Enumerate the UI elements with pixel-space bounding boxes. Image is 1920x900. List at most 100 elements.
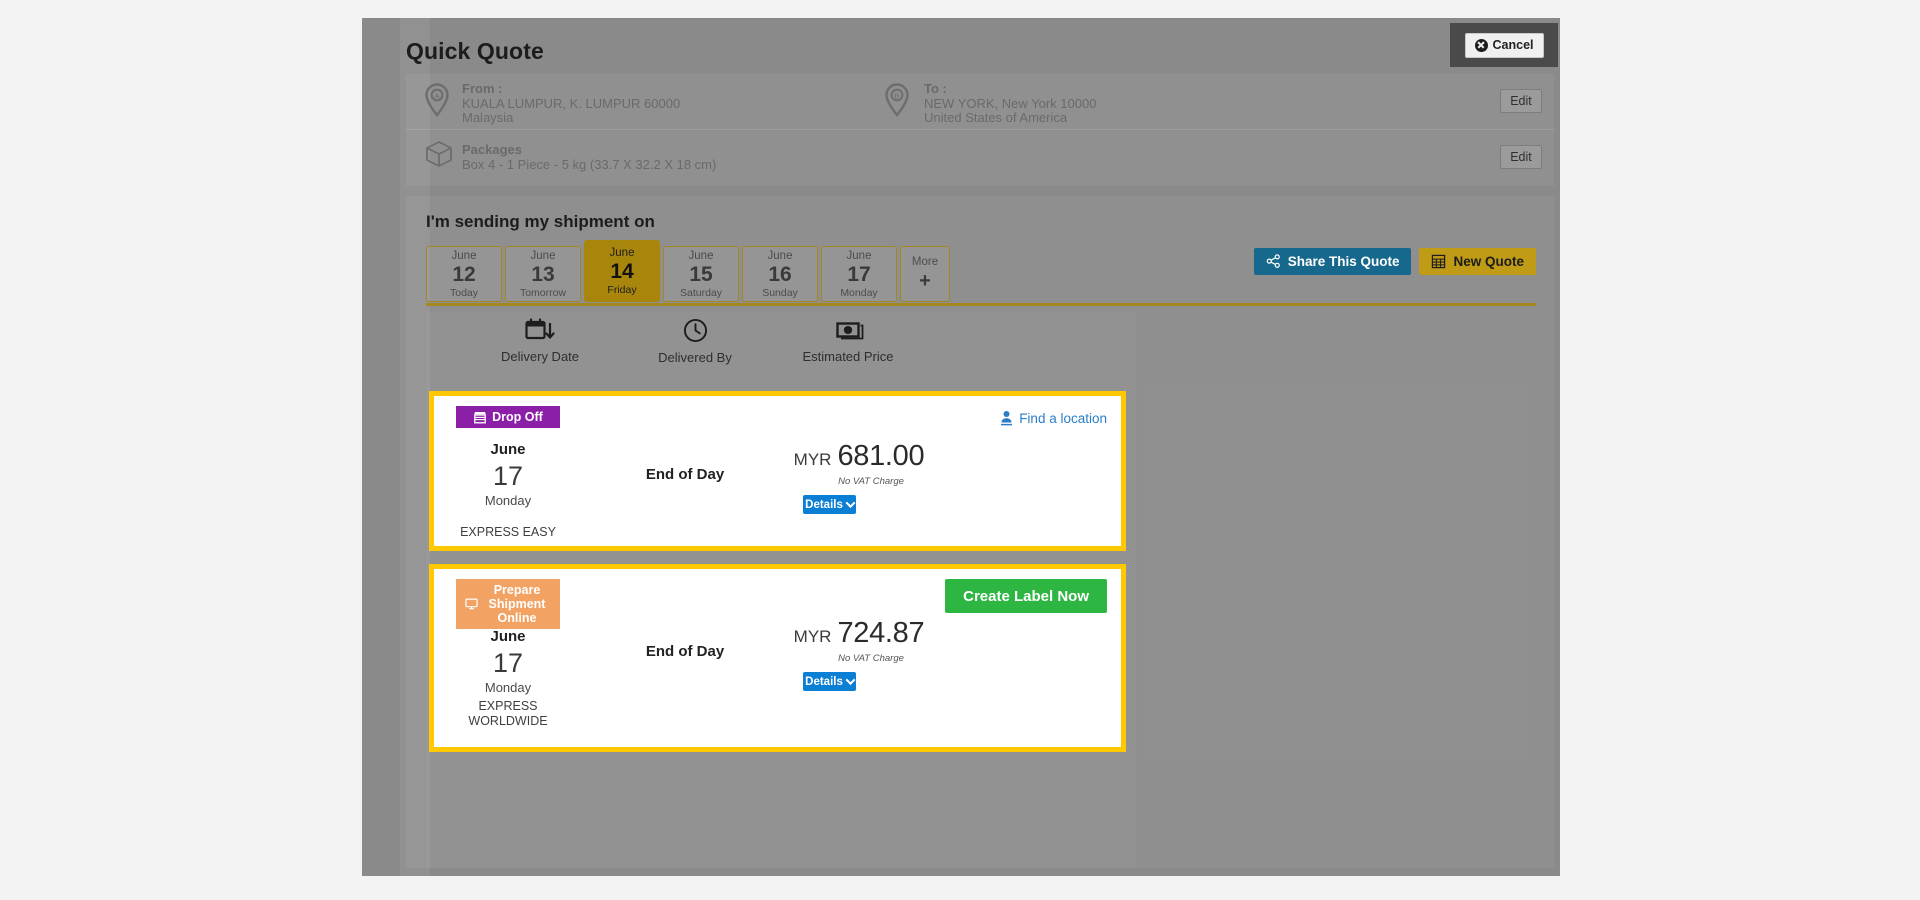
delivery-day: 17 bbox=[456, 460, 560, 492]
packages-label: Packages bbox=[462, 143, 716, 157]
banknote-icon bbox=[832, 318, 864, 342]
share-nodes-icon bbox=[1266, 254, 1281, 269]
date-tab-weekday: Monday bbox=[840, 287, 877, 299]
delivery-date-2: June 17 Monday bbox=[456, 627, 560, 697]
find-a-location-link[interactable]: Find a location bbox=[1000, 410, 1107, 426]
edit-address-button[interactable]: Edit bbox=[1500, 89, 1542, 113]
date-tab-day: 14 bbox=[610, 260, 633, 284]
column-label: Estimated Price bbox=[802, 349, 893, 364]
date-tab-weekday: Saturday bbox=[680, 287, 722, 299]
grid-calculator-icon bbox=[1431, 254, 1446, 269]
date-tab-list: June 12 Today June 13 Tomorrow June 14 F… bbox=[426, 246, 950, 302]
delivered-by-1: End of Day bbox=[620, 466, 750, 483]
column-label: Delivery Date bbox=[501, 349, 579, 364]
person-pin-icon bbox=[1000, 410, 1013, 426]
to-line1: NEW YORK, New York 10000 bbox=[924, 97, 1096, 111]
column-estimated-price: Estimated Price bbox=[773, 318, 923, 364]
date-tabs-divider bbox=[426, 303, 1536, 306]
details-button-2[interactable]: Details bbox=[803, 672, 856, 691]
date-tab-4[interactable]: June 16 Sunday bbox=[742, 246, 818, 302]
cancel-panel: Cancel bbox=[1450, 23, 1558, 67]
packages-field: Packages Box 4 - 1 Piece - 5 kg (33.7 X … bbox=[462, 143, 716, 172]
price-amount: 681.00 bbox=[837, 440, 924, 473]
delivery-weekday: Monday bbox=[456, 679, 560, 697]
date-tab-day: 12 bbox=[452, 263, 475, 287]
screenshot-root: Quick Quote Cancel A bbox=[0, 0, 1920, 900]
delivery-date-1: June 17 Monday bbox=[456, 440, 560, 510]
from-line1: KUALA LUMPUR, K. LUMPUR 60000 bbox=[462, 97, 680, 111]
box-icon bbox=[424, 139, 454, 169]
date-tab-weekday: Tomorrow bbox=[520, 287, 566, 299]
delivery-day: 17 bbox=[456, 647, 560, 679]
currency-code: MYR bbox=[794, 450, 832, 470]
map-pin-b-icon: B bbox=[884, 83, 910, 117]
delivery-month: June bbox=[456, 627, 560, 647]
more-label: More bbox=[912, 256, 938, 269]
from-address: From : KUALA LUMPUR, K. LUMPUR 60000 Mal… bbox=[462, 82, 680, 125]
edit-packages-button[interactable]: Edit bbox=[1500, 145, 1542, 169]
new-quote-button[interactable]: New Quote bbox=[1419, 248, 1536, 275]
chevron-down-icon bbox=[845, 498, 855, 508]
prepare-shipment-online-badge[interactable]: Prepare Shipment Online bbox=[456, 579, 560, 629]
delivery-weekday: Monday bbox=[456, 492, 560, 510]
date-tab-month: June bbox=[689, 250, 714, 263]
details-label: Details bbox=[805, 499, 843, 511]
share-quote-button[interactable]: Share This Quote bbox=[1254, 248, 1412, 275]
delivery-month: June bbox=[456, 440, 560, 460]
section-heading: I'm sending my shipment on bbox=[426, 212, 655, 232]
quote-result-card-2[interactable]: Prepare Shipment Online June 17 Monday E… bbox=[429, 564, 1126, 752]
to-line2: United States of America bbox=[924, 111, 1096, 125]
date-tab-month: June bbox=[847, 250, 872, 263]
share-quote-label: Share This Quote bbox=[1288, 254, 1400, 269]
date-tab-weekday: Today bbox=[450, 287, 478, 299]
packages-row: Packages Box 4 - 1 Piece - 5 kg (33.7 X … bbox=[406, 130, 1554, 186]
date-tab-day: 13 bbox=[531, 263, 554, 287]
shipment-info-card: A From : KUALA LUMPUR, K. LUMPUR 60000 M… bbox=[406, 74, 1554, 186]
price-2: MYR 724.87 bbox=[759, 617, 959, 650]
date-tab-month: June bbox=[768, 250, 793, 263]
quote-result-card-1[interactable]: Drop Off June 17 Monday EXPRESS EASY End… bbox=[429, 391, 1126, 551]
packages-detail: Box 4 - 1 Piece - 5 kg (33.7 X 32.2 X 18… bbox=[462, 158, 716, 172]
page-title: Quick Quote bbox=[406, 38, 544, 65]
drop-off-badge[interactable]: Drop Off bbox=[456, 406, 560, 428]
date-tab-weekday: Friday bbox=[607, 284, 636, 296]
results-column-headers: Delivery Date Delivered By bbox=[426, 312, 1136, 380]
find-location-label: Find a location bbox=[1019, 411, 1107, 426]
date-tab-5[interactable]: June 17 Monday bbox=[821, 246, 897, 302]
map-pin-a-icon: A bbox=[424, 83, 450, 117]
close-circle-icon bbox=[1475, 39, 1488, 52]
badge-label: Prepare Shipment Online bbox=[483, 583, 551, 625]
delivered-by-2: End of Day bbox=[620, 643, 750, 660]
plus-icon: + bbox=[919, 269, 931, 293]
cancel-button-label: Cancel bbox=[1493, 38, 1534, 52]
date-tab-1[interactable]: June 13 Tomorrow bbox=[505, 246, 581, 302]
modal-content: Quick Quote Cancel A bbox=[400, 18, 1560, 876]
details-button-1[interactable]: Details bbox=[803, 495, 856, 514]
from-label: From : bbox=[462, 82, 680, 96]
address-row: A From : KUALA LUMPUR, K. LUMPUR 60000 M… bbox=[406, 74, 1554, 130]
new-quote-label: New Quote bbox=[1453, 254, 1524, 269]
quick-quote-modal: Quick Quote Cancel A bbox=[362, 18, 1560, 876]
date-tab-2-selected[interactable]: June 14 Friday bbox=[584, 240, 660, 302]
details-label: Details bbox=[805, 676, 843, 688]
date-tab-0[interactable]: June 12 Today bbox=[426, 246, 502, 302]
price-amount: 724.87 bbox=[837, 617, 924, 650]
column-delivered-by: Delivered By bbox=[620, 318, 770, 365]
cancel-button[interactable]: Cancel bbox=[1465, 33, 1544, 58]
from-line2: Malaysia bbox=[462, 111, 680, 125]
date-tab-3[interactable]: June 15 Saturday bbox=[663, 246, 739, 302]
chevron-down-icon bbox=[845, 675, 855, 685]
date-tab-day: 15 bbox=[689, 263, 712, 287]
results-panel: Delivery Date Delivered By bbox=[426, 312, 1136, 868]
shipment-date-section: I'm sending my shipment on June 12 Today… bbox=[406, 196, 1554, 868]
date-tab-more[interactable]: More + bbox=[900, 246, 950, 302]
quote-actions: Share This Quote bbox=[1254, 248, 1536, 275]
create-label-now-button[interactable]: Create Label Now bbox=[945, 579, 1107, 613]
clock-icon bbox=[683, 318, 708, 343]
price-1: MYR 681.00 bbox=[759, 440, 959, 473]
svg-text:B: B bbox=[894, 92, 899, 101]
column-label: Delivered By bbox=[658, 350, 732, 365]
store-icon bbox=[473, 411, 487, 424]
badge-label: Drop Off bbox=[492, 410, 543, 424]
date-tab-weekday: Sunday bbox=[762, 287, 798, 299]
